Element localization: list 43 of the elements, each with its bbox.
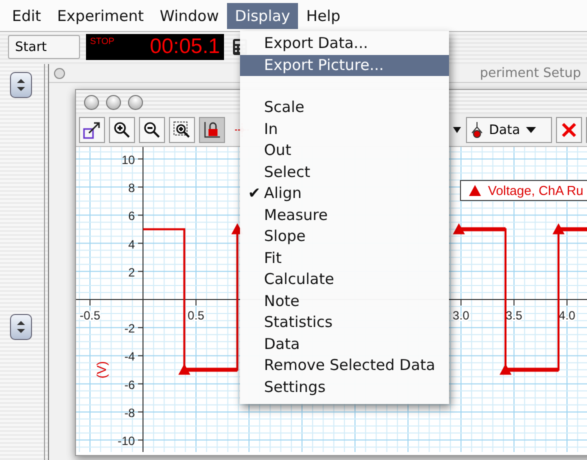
- y-tick-label: -6: [124, 378, 135, 392]
- x-tick-label: 0.5: [188, 308, 204, 322]
- window-title: periment Setup: [480, 66, 581, 80]
- menu-item[interactable]: Statistics: [240, 312, 449, 334]
- x-tick-label: 4.0: [558, 308, 576, 322]
- menu-item[interactable]: Out: [240, 140, 449, 162]
- y-tick-label: -4: [124, 350, 135, 364]
- menu-item[interactable]: Export Data...: [240, 33, 449, 54]
- menu-item[interactable]: In: [240, 118, 449, 140]
- y-tick-label: -10: [118, 434, 135, 448]
- timer-value: 00:05.1: [150, 34, 220, 60]
- y-tick-label: -8: [124, 406, 135, 420]
- menu-item[interactable]: Measure: [240, 204, 449, 226]
- menu-item[interactable]: Select: [240, 162, 449, 183]
- menu-item[interactable]: Note: [240, 290, 449, 312]
- menu-bar-item[interactable]: Window: [152, 2, 227, 28]
- legend-label: Voltage, ChA Ru: [488, 183, 584, 198]
- menu-item[interactable]: Data: [240, 334, 449, 355]
- data-dropdown[interactable]: Data: [466, 117, 552, 143]
- y-tick-label: 10: [122, 152, 135, 167]
- menu-bar-item[interactable]: Edit: [4, 2, 50, 28]
- y-tick-label: 4: [128, 237, 135, 252]
- menu-item[interactable]: Export Picture...: [240, 54, 449, 76]
- menu-bar-item[interactable]: Experiment: [49, 2, 152, 28]
- menu-item[interactable]: Slope: [240, 226, 449, 248]
- timer-status: STOP: [90, 36, 114, 46]
- menu-item[interactable]: Scale: [240, 97, 449, 118]
- x-tick-label: -0.5: [80, 308, 100, 322]
- y-tick-label: -2: [124, 322, 135, 336]
- y-tick-label: 6: [128, 209, 135, 224]
- menu-item[interactable]: ✔ Align: [240, 183, 449, 204]
- x-tick-label: 3.5: [506, 308, 522, 322]
- start-button[interactable]: Start: [8, 35, 80, 59]
- y-tick-label: 8: [128, 181, 135, 196]
- y-tick-label: 2: [128, 265, 135, 280]
- x-tick-label: 3.0: [452, 308, 470, 322]
- y-axis-label: (V): [94, 361, 109, 378]
- menu-item[interactable]: Fit: [240, 248, 449, 269]
- menu-item[interactable]: Settings: [240, 376, 449, 398]
- menu-bar-item[interactable]: Display: [226, 2, 298, 28]
- menu-bar-item[interactable]: Help: [298, 2, 348, 28]
- menu-item[interactable]: Calculate: [240, 269, 449, 290]
- menu-item[interactable]: Remove Selected Data: [240, 355, 449, 376]
